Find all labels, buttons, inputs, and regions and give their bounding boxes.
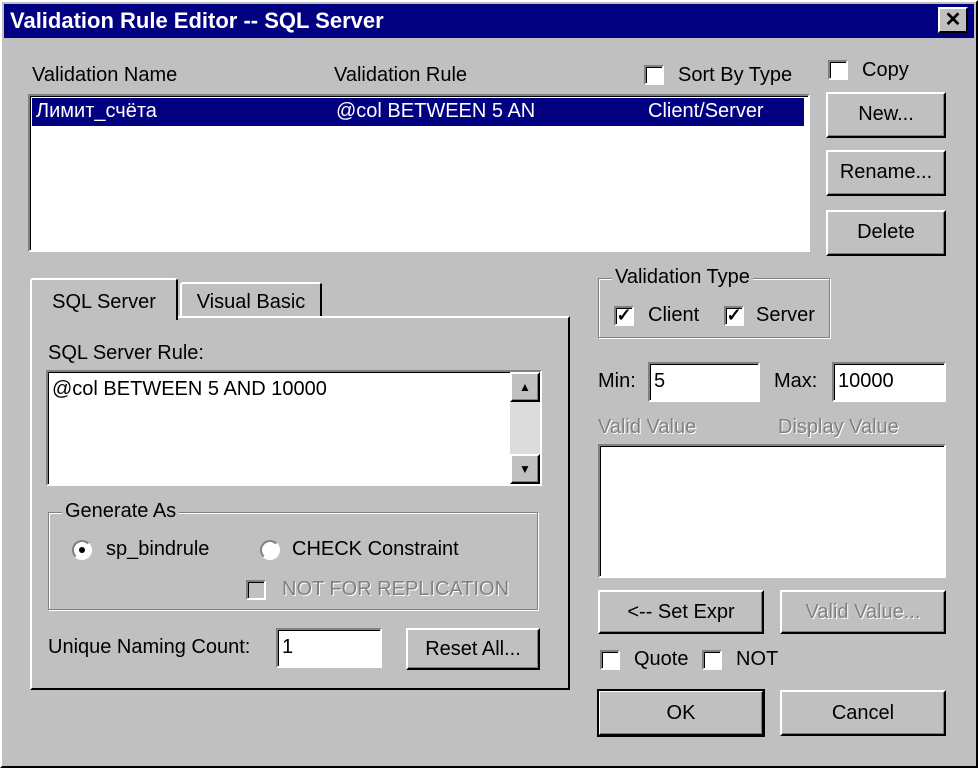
valid-value-button[interactable]: Valid Value... — [780, 590, 946, 634]
unique-naming-count-input[interactable]: 1 — [276, 628, 382, 668]
copy-label: Copy — [862, 59, 909, 81]
validation-rule-header: Validation Rule — [334, 64, 468, 86]
not-checkbox[interactable] — [702, 650, 722, 670]
sort-by-type-label: Sort By Type — [678, 64, 793, 86]
client-checkbox[interactable]: ✓ — [614, 306, 634, 326]
tab-sql-server[interactable]: SQL Server — [30, 278, 178, 320]
min-value: 5 — [654, 370, 666, 392]
validation-rule-editor-window: Validation Rule Editor -- SQL Server ✕ V… — [0, 0, 978, 768]
sort-by-type-checkbox[interactable] — [644, 65, 664, 85]
row-name: Лимит_счёта — [36, 100, 157, 122]
check-constraint-label: CHECK Constraint — [292, 538, 459, 560]
validation-name-header: Validation Name — [32, 64, 178, 86]
quote-checkbox[interactable] — [600, 650, 620, 670]
tab-visual-basic[interactable]: Visual Basic — [180, 282, 322, 316]
max-label: Max: — [774, 370, 818, 392]
scroll-up-icon[interactable]: ▲ — [510, 372, 540, 402]
list-row-selected[interactable]: Лимит_счёта @col BETWEEN 5 AN Client/Ser… — [32, 98, 804, 126]
check-constraint-radio[interactable] — [260, 540, 280, 560]
set-expr-button[interactable]: <-- Set Expr — [598, 590, 764, 634]
new-button[interactable]: New... — [826, 92, 946, 138]
not-label: NOT — [736, 648, 779, 670]
sql-rule-textarea[interactable]: @col BETWEEN 5 AND 10000 ▲ ▼ — [46, 370, 542, 486]
ok-button[interactable]: OK — [597, 689, 765, 737]
valid-value-header: Valid Value — [598, 416, 697, 438]
server-checkbox[interactable]: ✓ — [724, 306, 744, 326]
unique-naming-count-value: 1 — [282, 636, 294, 658]
client-label: Client — [648, 304, 700, 326]
vertical-scrollbar[interactable]: ▲ ▼ — [510, 372, 540, 484]
sp-bindrule-radio[interactable] — [72, 540, 92, 560]
quote-label: Quote — [634, 648, 689, 670]
copy-checkbox[interactable] — [828, 60, 848, 80]
close-icon: ✕ — [944, 9, 962, 31]
generate-as-title: Generate As — [62, 500, 180, 523]
validation-rules-list[interactable]: Лимит_счёта @col BETWEEN 5 AN Client/Ser… — [28, 94, 810, 252]
valid-values-list[interactable] — [598, 444, 946, 578]
validation-type-title: Validation Type — [612, 266, 753, 289]
display-value-header: Display Value — [778, 416, 899, 438]
delete-button[interactable]: Delete — [826, 210, 946, 256]
sql-server-rule-label: SQL Server Rule: — [48, 342, 204, 364]
server-label: Server — [756, 304, 815, 326]
sql-rule-value: @col BETWEEN 5 AND 10000 — [52, 378, 327, 400]
rename-button[interactable]: Rename... — [826, 150, 946, 196]
title-bar[interactable]: Validation Rule Editor -- SQL Server ✕ — [4, 4, 974, 38]
not-for-replication-checkbox[interactable] — [246, 580, 266, 600]
min-input[interactable]: 5 — [648, 362, 760, 402]
not-for-replication-label: NOT FOR REPLICATION — [282, 578, 510, 600]
row-rule: @col BETWEEN 5 AN — [336, 100, 536, 122]
window-title: Validation Rule Editor -- SQL Server — [10, 8, 384, 33]
scroll-down-icon[interactable]: ▼ — [510, 454, 540, 484]
min-label: Min: — [598, 370, 636, 392]
close-button[interactable]: ✕ — [938, 7, 968, 33]
row-type: Client/Server — [648, 100, 764, 122]
max-value: 10000 — [838, 370, 894, 392]
sp-bindrule-label: sp_bindrule — [106, 538, 210, 560]
unique-naming-count-label: Unique Naming Count: — [48, 636, 251, 658]
reset-all-button[interactable]: Reset All... — [406, 628, 540, 670]
max-input[interactable]: 10000 — [832, 362, 946, 402]
radio-selected-dot — [79, 547, 85, 553]
cancel-button[interactable]: Cancel — [780, 690, 946, 736]
